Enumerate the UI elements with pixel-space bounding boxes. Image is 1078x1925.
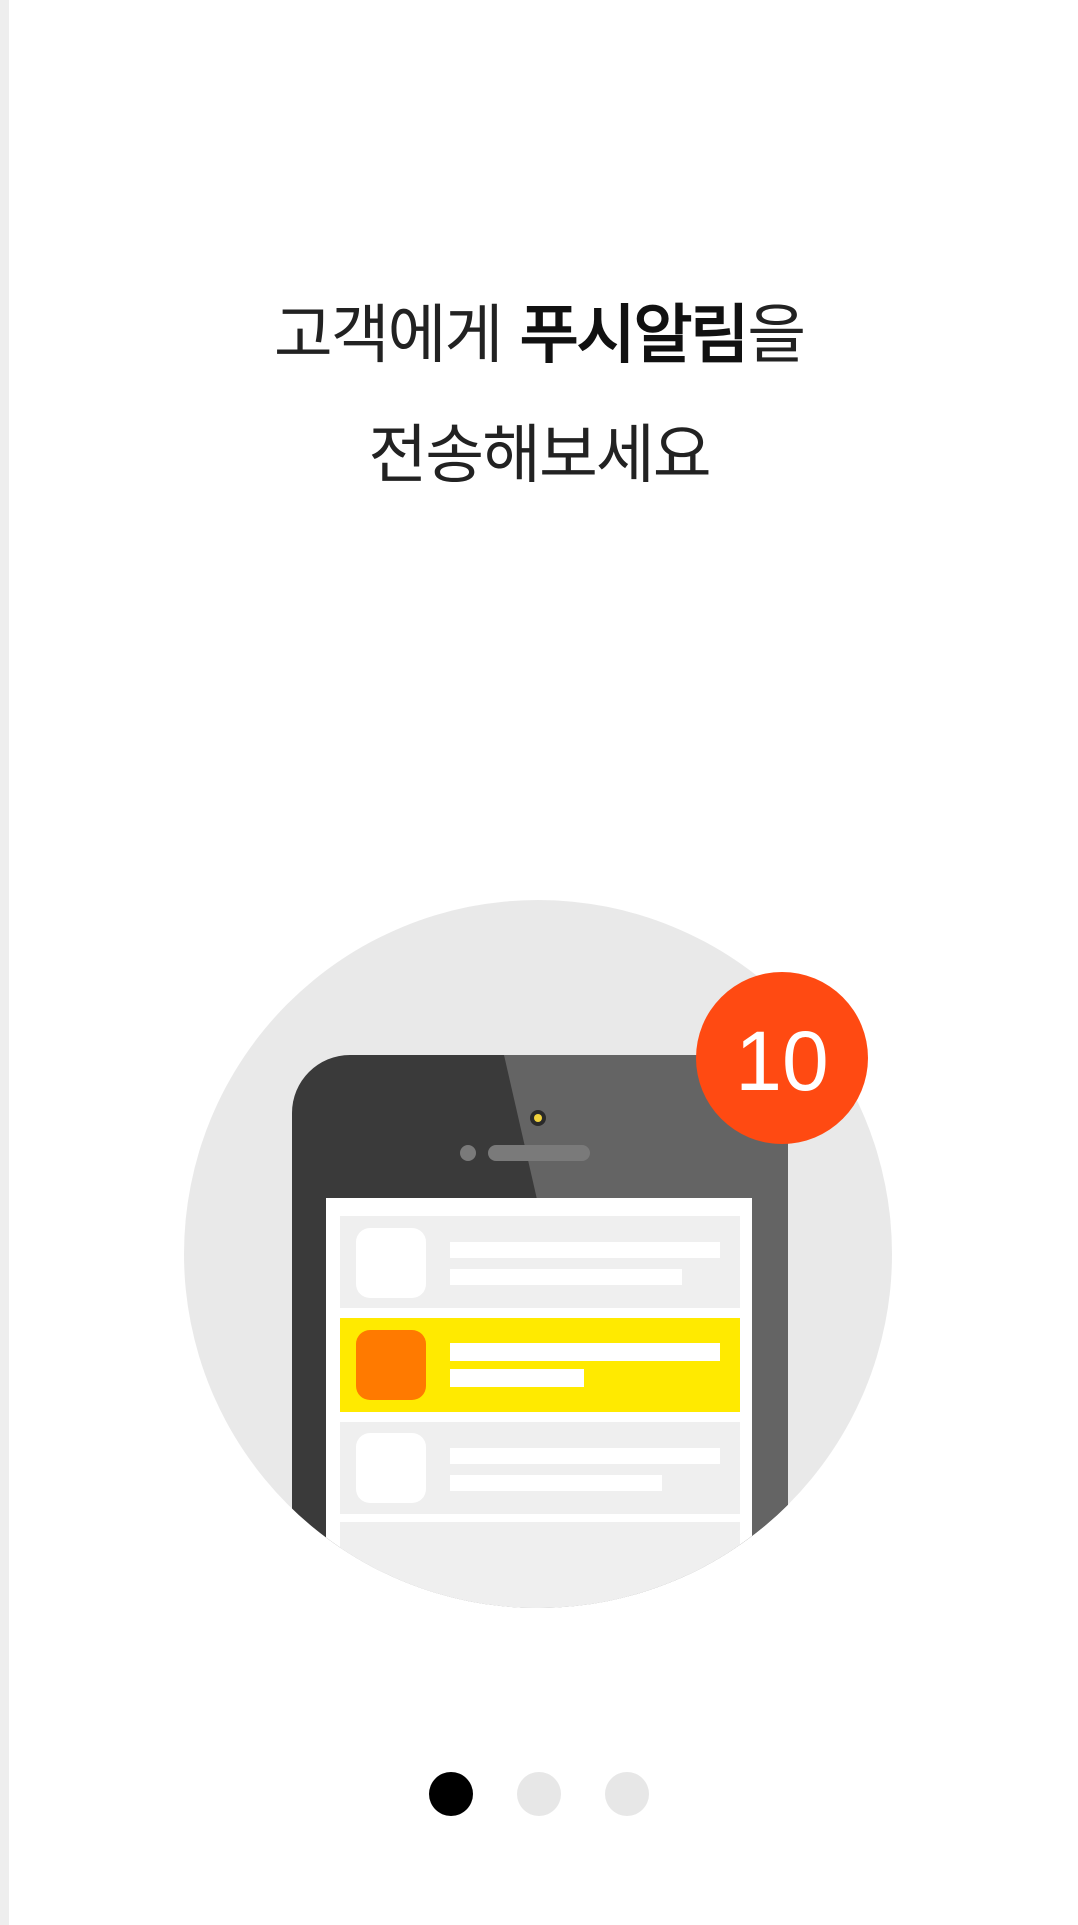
push-notification-illustration: 10 — [184, 900, 892, 1608]
headline-suffix: 을 — [747, 299, 806, 373]
app-icon — [356, 1433, 426, 1503]
phone-illustration-svg: 10 — [184, 900, 892, 1608]
page-dot-3[interactable] — [605, 1772, 649, 1816]
text-line — [450, 1242, 720, 1258]
notification-row — [340, 1522, 740, 1608]
text-line — [450, 1475, 662, 1491]
page-dot-2[interactable] — [517, 1772, 561, 1816]
page-dot-1[interactable] — [429, 1772, 473, 1816]
page-indicator — [0, 1772, 1078, 1816]
app-icon — [356, 1228, 426, 1298]
headline-emphasis: 푸시알림 — [519, 299, 750, 373]
badge-count: 10 — [735, 1014, 828, 1108]
headline-line-2: 전송해보세요 — [368, 419, 711, 493]
headline-prefix: 고객에게 — [273, 299, 520, 373]
text-line — [450, 1448, 720, 1464]
phone-speaker — [488, 1145, 590, 1161]
text-line — [450, 1269, 682, 1285]
highlighted-app-icon — [356, 1330, 426, 1400]
text-line — [450, 1343, 720, 1361]
text-line — [450, 1369, 584, 1387]
left-edge-strip — [0, 0, 9, 1925]
phone-sensor — [460, 1145, 476, 1161]
camera-lens — [534, 1114, 542, 1122]
headline-line-1: 고객에게 푸시알림을 — [0, 304, 1078, 368]
